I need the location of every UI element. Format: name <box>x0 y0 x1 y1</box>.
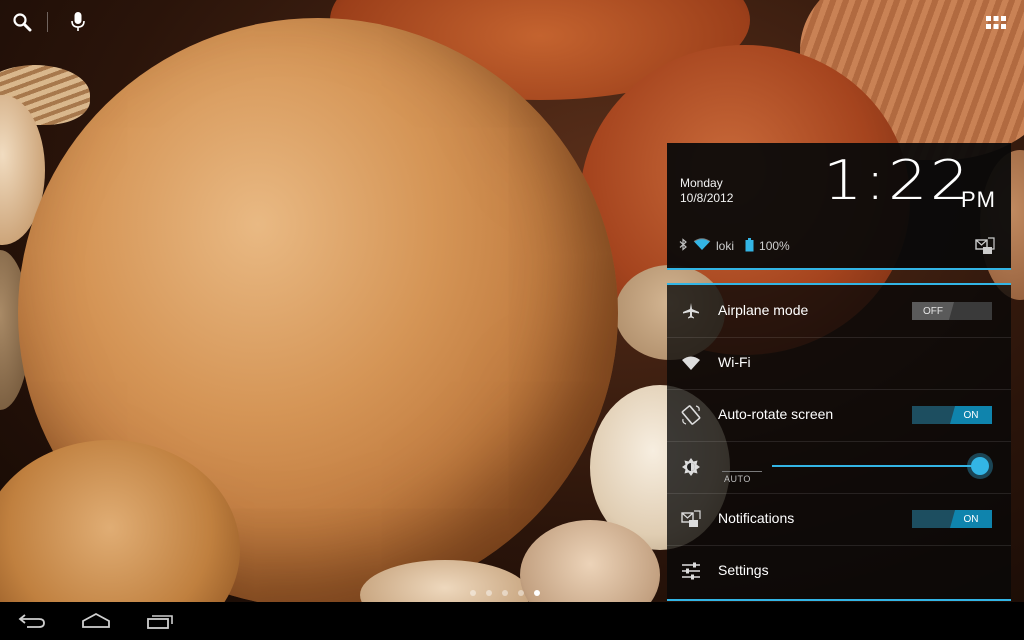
battery-percent: 100% <box>759 239 790 253</box>
wifi-label: Wi-Fi <box>718 354 751 370</box>
page-dot <box>502 590 508 596</box>
divider <box>722 471 762 472</box>
wifi-signal-icon <box>693 238 711 254</box>
recent-apps-button[interactable] <box>140 608 180 634</box>
bluetooth-icon <box>679 238 688 254</box>
page-dot <box>486 590 492 596</box>
page-indicator <box>470 590 540 596</box>
system-navigation-bar <box>0 602 1024 640</box>
clock-header: Monday 10/8/2012 1:22 PM loki 100% <box>667 143 1011 268</box>
qs-settings-row[interactable]: Settings <box>667 545 1011 597</box>
notifications-icon <box>681 509 701 529</box>
airplane-mode-label: Airplane mode <box>718 302 809 318</box>
divider <box>47 12 48 32</box>
battery-icon <box>745 237 754 255</box>
auto-rotate-toggle[interactable]: ON <box>912 406 992 424</box>
launcher-top-bar <box>0 0 1024 44</box>
auto-rotate-label: Auto-rotate screen <box>718 406 834 422</box>
clock-time: 1:22 <box>823 149 972 212</box>
day-label: Monday <box>680 176 723 190</box>
brightness-auto-checkbox[interactable]: AUTO <box>724 474 751 484</box>
home-button[interactable] <box>76 608 116 634</box>
toggle-state: ON <box>950 406 992 424</box>
accent-rule <box>667 599 1011 601</box>
wifi-icon <box>681 353 701 373</box>
page-dot <box>470 590 476 596</box>
network-name: loki <box>716 239 735 253</box>
page-dot <box>518 590 524 596</box>
settings-sliders-icon <box>681 561 701 581</box>
brightness-slider-track[interactable] <box>772 465 980 467</box>
brightness-slider-thumb[interactable] <box>971 457 989 475</box>
notification-toggle-icon[interactable] <box>975 237 995 260</box>
rotate-screen-icon <box>681 405 701 425</box>
page-dot-active <box>534 590 540 596</box>
quick-settings: Airplane mode OFF Wi-Fi Auto-rotate scre… <box>667 283 1011 601</box>
qs-notifications-row[interactable]: Notifications ON <box>667 493 1011 546</box>
status-row: loki 100% <box>679 237 790 255</box>
notifications-label: Notifications <box>718 510 795 526</box>
toggle-state: ON <box>950 510 992 528</box>
brightness-icon <box>681 457 701 477</box>
date-label: 10/8/2012 <box>680 191 734 205</box>
qs-airplane-row[interactable]: Airplane mode OFF <box>667 285 1011 338</box>
mic-icon[interactable] <box>66 10 90 34</box>
airplane-mode-toggle[interactable]: OFF <box>912 302 992 320</box>
back-button[interactable] <box>12 608 52 634</box>
qs-autorotate-row[interactable]: Auto-rotate screen ON <box>667 389 1011 442</box>
accent-rule <box>667 268 1011 270</box>
toggle-state: OFF <box>912 302 954 320</box>
all-apps-grid-icon[interactable] <box>984 11 1008 35</box>
qs-wifi-row[interactable]: Wi-Fi <box>667 337 1011 390</box>
airplane-icon <box>681 301 701 321</box>
settings-label: Settings <box>718 562 769 578</box>
notifications-toggle[interactable]: ON <box>912 510 992 528</box>
qs-brightness-row: AUTO <box>667 441 1011 494</box>
search-icon[interactable] <box>10 10 34 34</box>
notification-panel: Monday 10/8/2012 1:22 PM loki 100% Airpl… <box>667 143 1011 601</box>
clock-ampm: PM <box>961 187 996 212</box>
